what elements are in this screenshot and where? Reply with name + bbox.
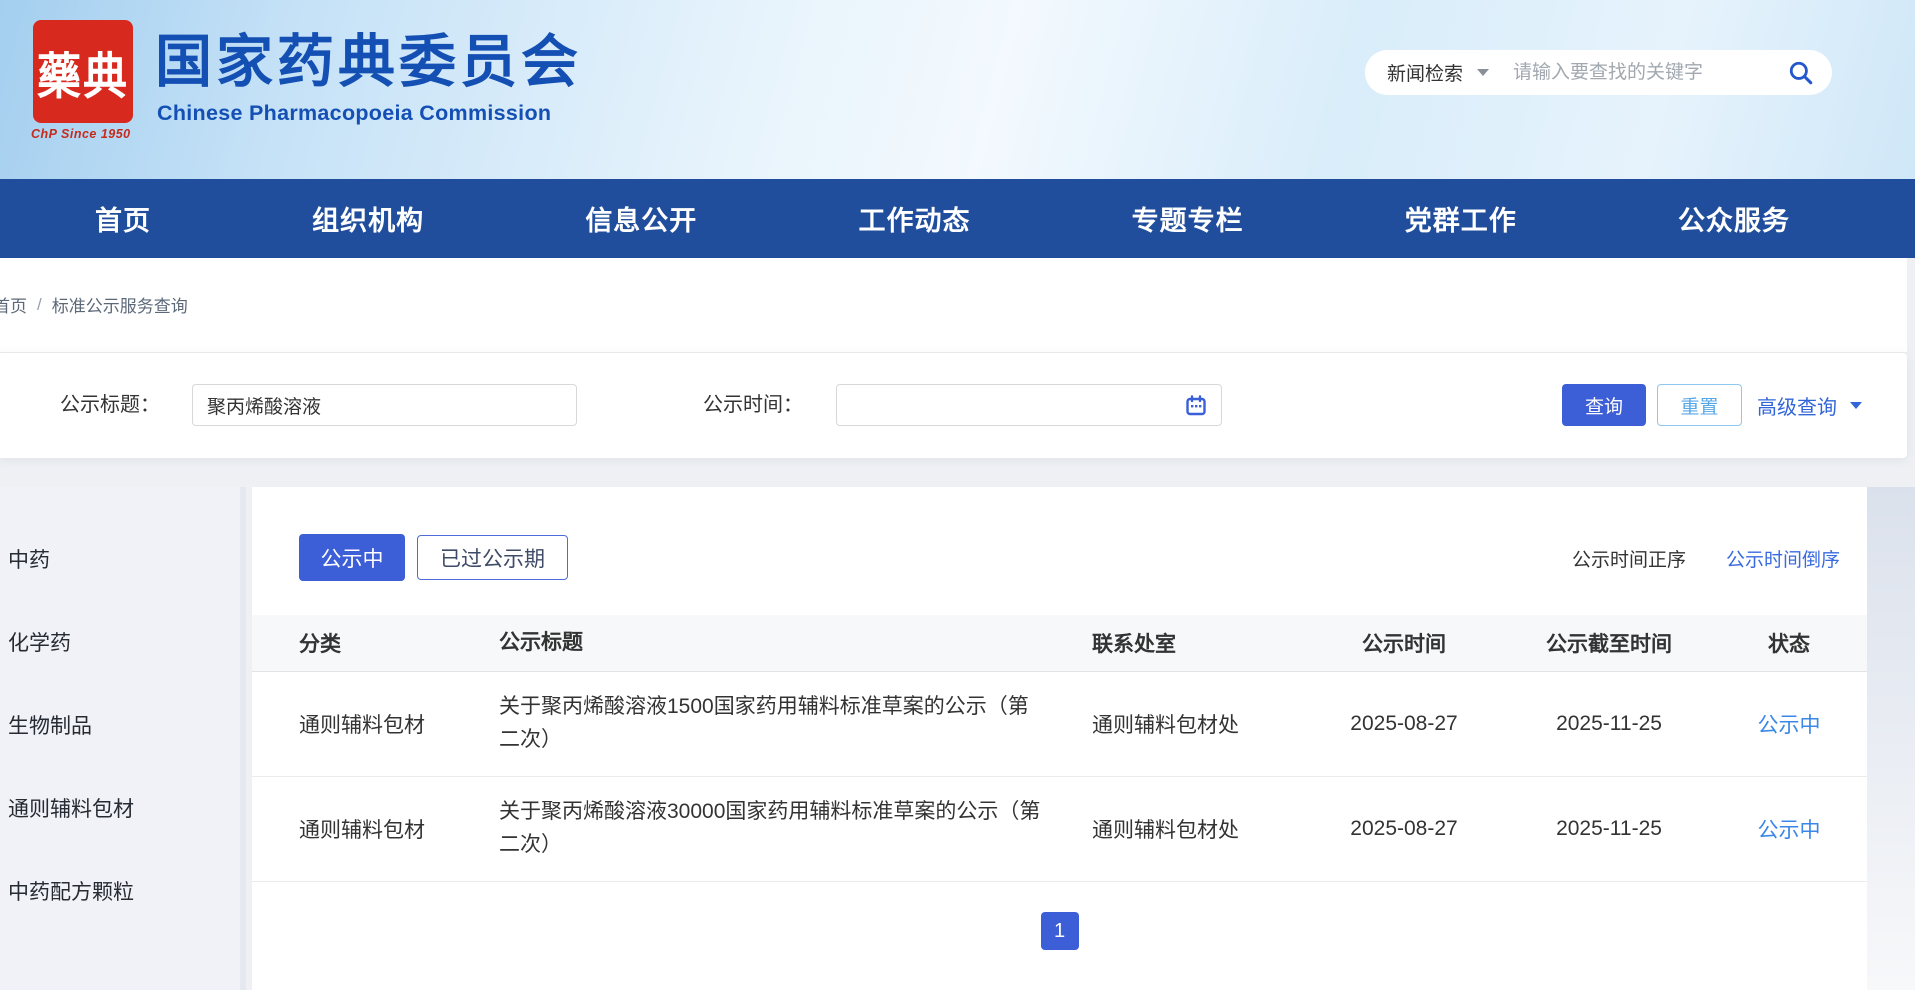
row-publish-date: 2025-08-27 <box>1304 817 1504 841</box>
table-row: 通则辅料包材 关于聚丙烯酸溶液30000国家药用辅料标准草案的公示（第二次） 通… <box>252 777 1867 882</box>
advanced-query-link[interactable]: 高级查询 <box>1757 353 1862 458</box>
search-input[interactable] <box>1513 62 1788 84</box>
col-status: 状态 <box>1714 628 1864 658</box>
sidebar-item-chemical-drugs[interactable]: 化学药 <box>0 600 240 683</box>
site-header: 藥典 ChP Since 1950 国家药典委员会 Chinese Pharma… <box>0 0 1915 179</box>
row-title-link[interactable]: 关于聚丙烯酸溶液1500国家药用辅料标准草案的公示（第二次） <box>499 691 1074 756</box>
row-department: 通则辅料包材处 <box>1074 709 1304 739</box>
site-subtitle: Chinese Pharmacopoeia Commission <box>157 101 551 126</box>
publish-title-label: 公示标题： <box>60 353 160 458</box>
search-bar: 新闻检索 <box>1365 50 1832 95</box>
breadcrumb-separator: / <box>37 295 42 315</box>
breadcrumb: 首页 / 标准公示服务查询 <box>0 292 188 317</box>
chp-seal-logo: 藥典 <box>33 20 133 123</box>
row-deadline: 2025-11-25 <box>1504 712 1714 736</box>
row-title-link[interactable]: 关于聚丙烯酸溶液30000国家药用辅料标准草案的公示（第二次） <box>499 796 1074 861</box>
reset-button[interactable]: 重置 <box>1657 384 1742 426</box>
col-department: 联系处室 <box>1074 628 1304 658</box>
announcement-table: 分类 公示标题 联系处室 公示时间 公示截至时间 状态 通则辅料包材 关于聚丙烯… <box>252 615 1867 882</box>
publish-title-input[interactable] <box>192 384 577 426</box>
nav-item-special-topics[interactable]: 专题专栏 <box>1132 199 1244 238</box>
table-row: 通则辅料包材 关于聚丙烯酸溶液1500国家药用辅料标准草案的公示（第二次） 通则… <box>252 672 1867 777</box>
content-area: 中药 化学药 生物制品 通则辅料包材 中药配方颗粒 公示中 已过公示期 公示时间… <box>0 487 1915 990</box>
main-navigation: 首页 组织机构 信息公开 工作动态 专题专栏 党群工作 公众服务 <box>0 179 1915 258</box>
row-category: 通则辅料包材 <box>299 814 499 844</box>
seal-characters: 藥典 <box>37 36 129 108</box>
col-deadline: 公示截至时间 <box>1504 628 1714 658</box>
chevron-down-icon <box>1850 402 1862 409</box>
category-sidebar: 中药 化学药 生物制品 通则辅料包材 中药配方颗粒 <box>0 487 246 990</box>
page-gutter <box>1867 487 1915 990</box>
nav-item-work-updates[interactable]: 工作动态 <box>858 199 970 238</box>
row-deadline: 2025-11-25 <box>1504 817 1714 841</box>
breadcrumb-current: 标准公示服务查询 <box>52 292 188 317</box>
nav-item-party-work[interactable]: 党群工作 <box>1405 199 1517 238</box>
table-header-row: 分类 公示标题 联系处室 公示时间 公示截至时间 状态 <box>252 615 1867 672</box>
filter-panel: 公示标题： 公示时间： 查询 重置 高级查询 <box>0 353 1907 458</box>
status-tabs: 公示中 已过公示期 <box>299 534 568 581</box>
col-category: 分类 <box>299 628 499 658</box>
query-button[interactable]: 查询 <box>1562 384 1646 426</box>
nav-item-info-disclosure[interactable]: 信息公开 <box>585 199 697 238</box>
breadcrumb-strip: 首页 / 标准公示服务查询 <box>0 258 1907 353</box>
breadcrumb-home[interactable]: 首页 <box>0 292 27 317</box>
col-title: 公示标题 <box>499 627 1074 660</box>
sidebar-item-excipients-packaging[interactable]: 通则辅料包材 <box>0 766 240 849</box>
nav-item-public-services[interactable]: 公众服务 <box>1678 199 1790 238</box>
advanced-query-label: 高级查询 <box>1757 391 1837 420</box>
chevron-down-icon[interactable] <box>1477 69 1489 76</box>
sidebar-item-tcm-granules[interactable]: 中药配方颗粒 <box>0 849 240 932</box>
row-publish-date: 2025-08-27 <box>1304 712 1504 736</box>
calendar-icon[interactable] <box>1185 395 1207 417</box>
tab-expired-publicity[interactable]: 已过公示期 <box>417 535 568 580</box>
sidebar-item-biological-products[interactable]: 生物制品 <box>0 683 240 766</box>
seal-caption: ChP Since 1950 <box>31 127 141 141</box>
sort-descending-link[interactable]: 公示时间倒序 <box>1726 545 1840 572</box>
row-status-link[interactable]: 公示中 <box>1714 814 1864 844</box>
row-department: 通则辅料包材处 <box>1074 814 1304 844</box>
page-number-button[interactable]: 1 <box>1041 912 1079 950</box>
site-title: 国家药典委员会 <box>155 16 582 98</box>
nav-item-organization[interactable]: 组织机构 <box>312 199 424 238</box>
pagination: 1 <box>252 912 1867 950</box>
sort-controls: 公示时间正序 公示时间倒序 <box>1572 545 1840 572</box>
nav-item-home[interactable]: 首页 <box>95 199 151 238</box>
tab-in-publicity[interactable]: 公示中 <box>299 534 405 581</box>
row-status-link[interactable]: 公示中 <box>1714 709 1864 739</box>
col-publish-date: 公示时间 <box>1304 628 1504 658</box>
publish-time-label: 公示时间： <box>703 353 803 458</box>
search-icon[interactable] <box>1788 60 1814 86</box>
results-card: 公示中 已过公示期 公示时间正序 公示时间倒序 分类 公示标题 联系处室 公示时… <box>252 487 1867 990</box>
sort-ascending-link[interactable]: 公示时间正序 <box>1572 545 1686 572</box>
publish-time-input[interactable] <box>836 384 1222 426</box>
search-category-select[interactable]: 新闻检索 <box>1387 59 1463 86</box>
row-category: 通则辅料包材 <box>299 709 499 739</box>
sidebar-item-tcm[interactable]: 中药 <box>0 517 240 600</box>
